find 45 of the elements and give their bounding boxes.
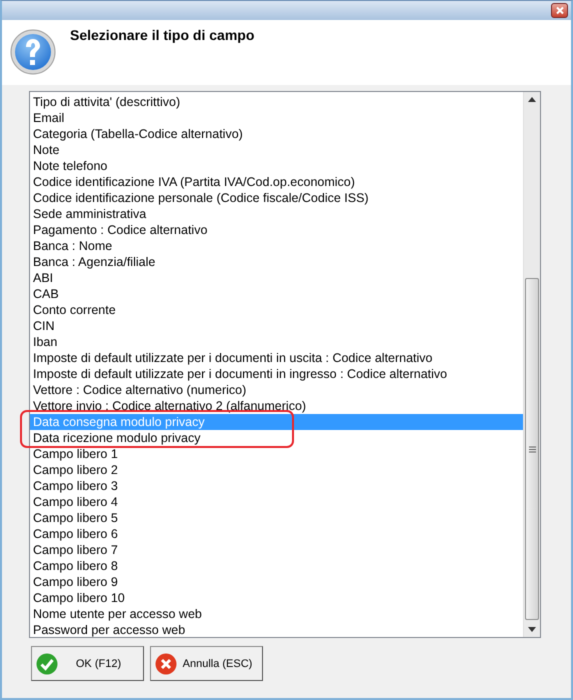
dialog-heading: Selezionare il tipo di campo [70,27,254,43]
list-item[interactable]: Imposte di default utilizzate per i documenti in ingresso : Codice alternativo [30,366,523,382]
list-item[interactable]: Conto corrente [30,302,523,318]
list-item[interactable]: Campo libero 5 [30,510,523,526]
list-item[interactable]: Campo libero 3 [30,478,523,494]
list-item[interactable]: Sede amministrativa [30,206,523,222]
list-item[interactable]: Campo libero 4 [30,494,523,510]
list-item[interactable]: Note telefono [30,158,523,174]
list-item[interactable]: CIN [30,318,523,334]
list-item[interactable]: Campo libero 7 [30,542,523,558]
list-item[interactable]: Campo libero 9 [30,574,523,590]
list-item[interactable]: Data ricezione modulo privacy [30,430,523,446]
list-item[interactable]: Note [30,142,523,158]
list-item[interactable]: CAB [30,286,523,302]
list-item[interactable]: Imposte di default utilizzate per i documenti in uscita : Codice alternativo [30,350,523,366]
list-item[interactable]: Campo libero 2 [30,462,523,478]
list-item[interactable]: Campo libero 10 [30,590,523,606]
list-item[interactable]: Nome utente per accesso web [30,606,523,622]
close-icon [554,6,564,15]
list-item[interactable]: Banca : Agenzia/filiale [30,254,523,270]
list-item[interactable]: Campo libero 6 [30,526,523,542]
cancel-button[interactable]: Annulla (ESC) [150,646,263,681]
list-item[interactable]: Password per accesso web [30,622,523,638]
list-item[interactable]: Vettore : Codice alternativo (numerico) [30,382,523,398]
list-item[interactable]: Email [30,110,523,126]
scroll-down-icon[interactable] [528,627,536,632]
list-item[interactable]: ABI [30,270,523,286]
scroll-up-icon[interactable] [528,97,536,102]
list-item[interactable]: Tipo di attivita' (descrittivo) [30,94,523,110]
cancel-icon [155,652,177,674]
list-item[interactable]: Codice identificazione personale (Codice fiscale/Codice ISS) [30,190,523,206]
scroll-thumb[interactable] [525,278,539,620]
list-item[interactable]: Codice identificazione IVA (Partita IVA/Cod.op.economico) [30,174,523,190]
scrollbar[interactable] [523,92,540,637]
ok-button[interactable]: OK (F12) [31,646,144,681]
list-item[interactable]: Campo libero 8 [30,558,523,574]
list-item[interactable]: Categoria (Tabella-Codice alternativo) [30,126,523,142]
list-item[interactable]: Banca : Nome [30,238,523,254]
check-icon [36,652,58,674]
list-item[interactable]: Pagamento : Codice alternativo [30,222,523,238]
question-icon [10,29,56,75]
close-button[interactable] [551,3,568,18]
list-item[interactable]: Campo libero 1 [30,446,523,462]
list-item[interactable]: Vettore invio : Codice alternativo 2 (alfanumerico) [30,398,523,414]
list-item[interactable]: Iban [30,334,523,350]
